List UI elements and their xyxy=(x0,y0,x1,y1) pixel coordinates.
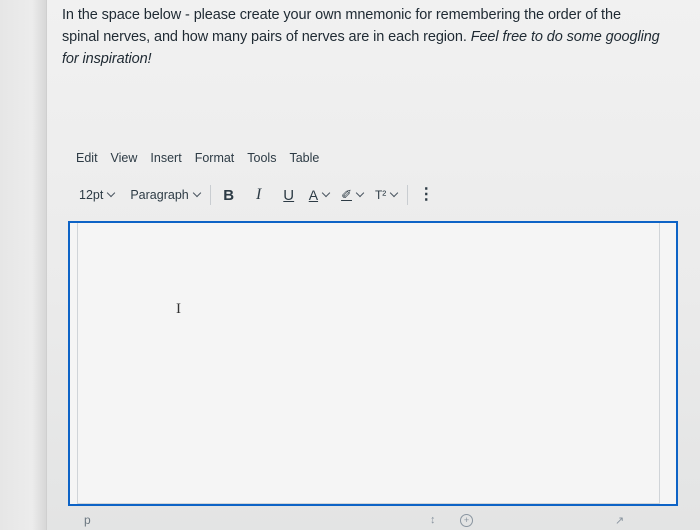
rich-text-editor[interactable]: I xyxy=(68,221,678,506)
editor-toolbar: 12pt Paragraph B I U A ✐ T² ⋮ xyxy=(79,184,509,206)
text-color-icon: A xyxy=(308,187,319,203)
add-icon[interactable]: + xyxy=(460,514,473,527)
accessibility-icon[interactable]: ↕ xyxy=(430,514,436,526)
italic-button[interactable]: I xyxy=(251,185,267,205)
text-cursor-icon: I xyxy=(176,301,181,317)
highlight-color-button[interactable]: ✐ xyxy=(341,187,365,203)
menu-view[interactable]: View xyxy=(111,151,138,165)
text-color-button[interactable]: A xyxy=(308,187,331,203)
editor-menubar: Edit View Insert Format Tools Table xyxy=(76,151,319,165)
menu-table[interactable]: Table xyxy=(289,151,319,165)
font-size-value: 12pt xyxy=(79,188,104,202)
left-navigation-rail xyxy=(0,0,47,530)
toolbar-divider xyxy=(209,185,211,205)
chevron-down-icon xyxy=(192,188,201,198)
underline-button[interactable]: U xyxy=(281,185,297,205)
element-path-indicator: p xyxy=(84,513,91,527)
superscript-button[interactable]: T² xyxy=(374,188,399,202)
chevron-down-icon xyxy=(355,188,365,198)
more-options-icon[interactable]: ⋮ xyxy=(418,185,434,205)
font-size-select[interactable]: 12pt xyxy=(79,188,116,202)
menu-tools[interactable]: Tools xyxy=(247,151,276,165)
page: In the space below - please create your … xyxy=(0,0,700,530)
question-prompt: In the space below - please create your … xyxy=(62,4,662,70)
highlighter-icon: ✐ xyxy=(341,187,352,202)
toolbar-divider xyxy=(407,185,409,205)
statusbar-icons: ↕ + ↗ xyxy=(430,514,670,528)
editor-content-area[interactable] xyxy=(77,223,660,504)
menu-format[interactable]: Format xyxy=(195,151,235,165)
chevron-down-icon xyxy=(321,188,331,198)
chevron-down-icon xyxy=(107,188,116,198)
superscript-icon: T² xyxy=(374,188,387,202)
bold-button[interactable]: B xyxy=(221,185,237,205)
chevron-down-icon xyxy=(390,188,399,198)
menu-insert[interactable]: Insert xyxy=(150,151,181,165)
menu-edit[interactable]: Edit xyxy=(76,151,98,165)
fullscreen-icon[interactable]: ↗ xyxy=(615,514,624,527)
block-format-select[interactable]: Paragraph xyxy=(130,188,201,202)
block-format-value: Paragraph xyxy=(130,188,189,202)
